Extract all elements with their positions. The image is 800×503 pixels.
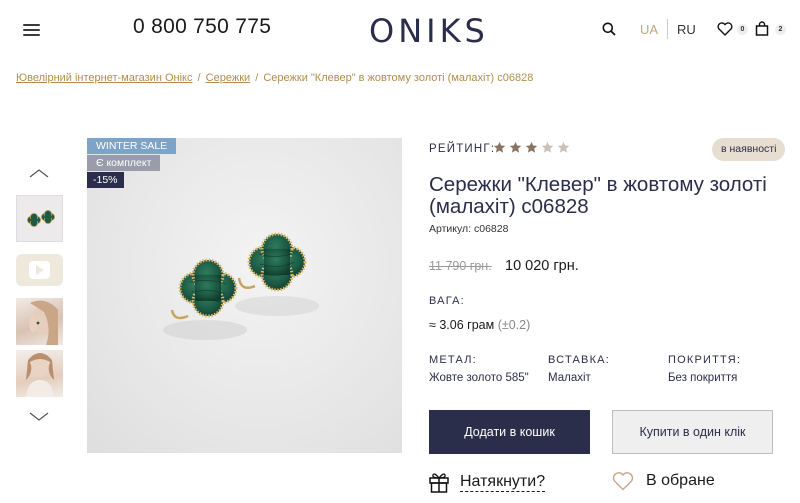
buy-one-click-button[interactable]: Купити в один клік: [612, 410, 773, 454]
lang-ru-link[interactable]: RU: [677, 22, 696, 37]
add-to-favorites-link[interactable]: В обране: [612, 471, 715, 491]
weight-value: ≈ 3.06 грам (±0.2): [429, 318, 530, 332]
current-price: 10 020 грн.: [505, 258, 579, 274]
thumbnail-model-photo-2[interactable]: [16, 350, 63, 397]
breadcrumb-home[interactable]: Ювелірний інтернет-магазин Онікс: [16, 72, 192, 84]
rating-label: РЕЙТИНГ:: [429, 143, 496, 155]
old-price: 11 790 грн.: [429, 259, 492, 273]
cart-count-badge: 2: [775, 24, 786, 35]
breadcrumb: Ювелірний інтернет-магазин Онікс / Сереж…: [16, 72, 533, 84]
tag-winter-sale: WINTER SALE: [87, 138, 177, 154]
add-to-cart-button[interactable]: Додати в кошик: [429, 410, 590, 454]
insert-label: ВСТАВКА:: [548, 354, 610, 366]
lang-ua-link[interactable]: UA: [640, 22, 658, 37]
wishlist-icon[interactable]: [717, 22, 733, 36]
breadcrumb-current: Сережки "Клевер" в жовтому золоті (малах…: [263, 72, 534, 84]
insert-value: Малахіт: [548, 372, 591, 384]
earrings-illustration: [163, 232, 319, 340]
weight-tolerance: (±0.2): [497, 318, 531, 332]
star-filled-icon: [525, 141, 538, 153]
gift-icon: [429, 473, 449, 493]
hint-link[interactable]: Натякнути?: [428, 471, 546, 493]
rating-stars: [493, 141, 570, 154]
coating-value: Без покриття: [668, 372, 738, 384]
tag-has-set: Є комплект: [87, 155, 161, 171]
breadcrumb-separator: /: [197, 72, 201, 84]
star-empty-icon: [557, 141, 570, 153]
star-empty-icon: [541, 141, 554, 153]
favorites-label: В обране: [646, 472, 715, 489]
product-main-image[interactable]: WINTER SALE Є комплект -15%: [87, 138, 402, 453]
thumbnail-video[interactable]: [16, 254, 63, 286]
weight-amount: ≈ 3.06 грам: [429, 318, 495, 332]
heart-icon: [612, 472, 634, 491]
lang-divider: [667, 19, 668, 39]
metal-label: МЕТАЛ:: [429, 354, 477, 366]
product-sku: Артикул: с06828: [429, 223, 509, 235]
product-title: Сережки "Клевер" в жовтому золоті (малах…: [429, 173, 767, 218]
site-logo[interactable]: ONIKS: [369, 12, 489, 50]
chevron-up-icon[interactable]: [29, 168, 49, 178]
breadcrumb-category[interactable]: Сережки: [206, 72, 251, 84]
hint-label: Натякнути?: [460, 472, 546, 492]
wishlist-count-badge: 0: [737, 24, 748, 35]
breadcrumb-separator: /: [255, 72, 259, 84]
thumbnail-earrings[interactable]: [16, 195, 63, 242]
weight-label: ВАГА:: [429, 295, 465, 307]
coating-label: ПОКРИТТЯ:: [668, 354, 742, 366]
star-filled-icon: [509, 141, 522, 153]
chevron-down-icon[interactable]: [29, 412, 49, 422]
thumbnail-model-photo-1[interactable]: [16, 298, 63, 345]
site-header: 0 800 750 775 ONIKS UA RU 0 2: [0, 0, 800, 60]
cart-icon[interactable]: [755, 21, 769, 36]
menu-icon[interactable]: [23, 24, 40, 36]
search-icon[interactable]: [602, 22, 616, 36]
phone-number[interactable]: 0 800 750 775: [133, 15, 271, 39]
metal-value: Жовте золото 585": [429, 372, 529, 384]
tag-discount: -15%: [87, 172, 124, 188]
star-filled-icon: [493, 141, 506, 153]
stock-status-badge: в наявності: [712, 138, 786, 161]
